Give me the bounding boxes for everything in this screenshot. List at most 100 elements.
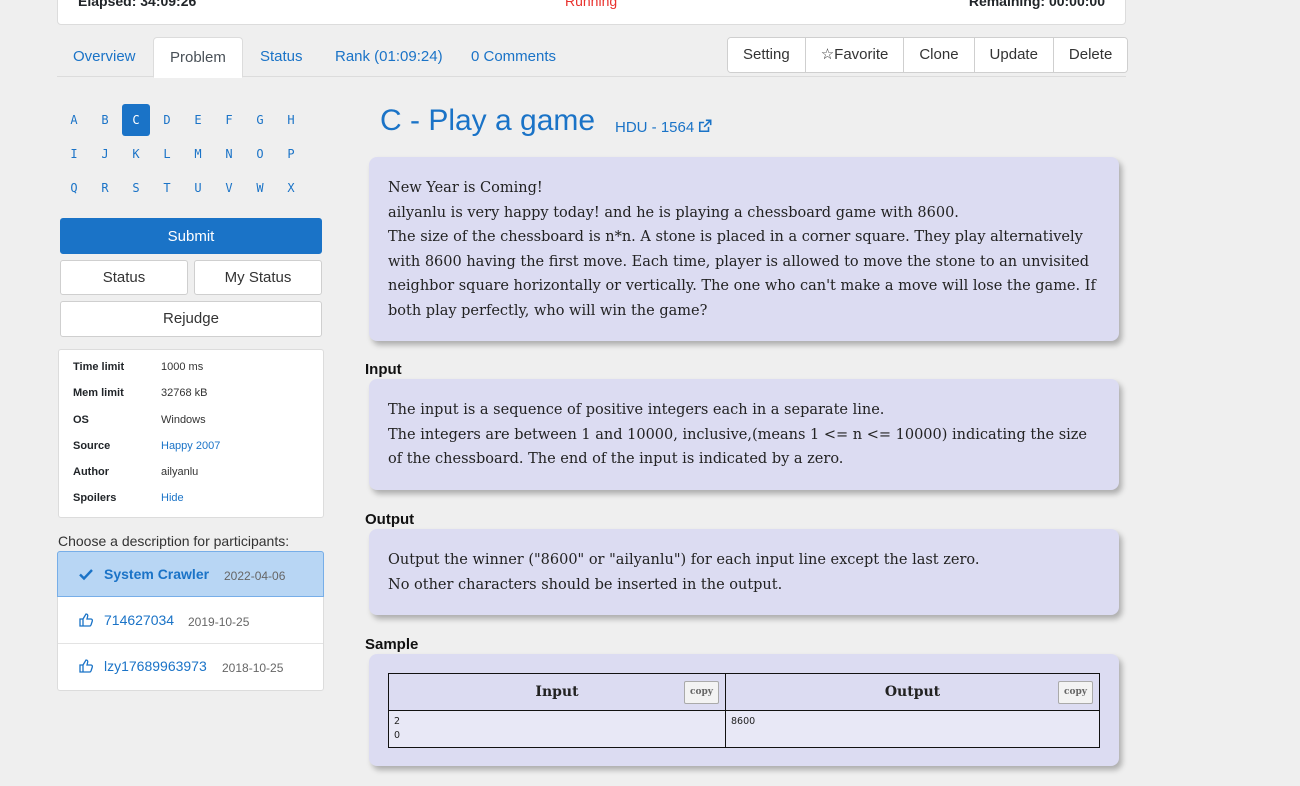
input-paragraph: The integers are between 1 and 10000, in…	[388, 426, 1088, 468]
problem-letter-t[interactable]: T	[153, 172, 181, 204]
info-value: Windows	[161, 414, 206, 426]
description-item[interactable]: 714627034 2019-10-25	[58, 598, 323, 644]
contest-running-status: Running	[565, 0, 618, 9]
description-author: System Crawler	[104, 566, 210, 582]
input-paragraph: The input is a sequence of positive inte…	[388, 402, 885, 418]
problem-origin-link[interactable]: HDU - 1564	[615, 119, 712, 136]
problem-letter-j[interactable]: J	[91, 138, 119, 170]
clone-button[interactable]: Clone	[904, 38, 975, 72]
problem-letter-l[interactable]: L	[153, 138, 181, 170]
description-paragraph: ailyanlu is very happy today! and he is …	[388, 204, 959, 221]
problem-letter-g[interactable]: G	[246, 104, 274, 136]
spoilers-toggle[interactable]: Hide	[161, 492, 184, 504]
sample-input-title: Input	[535, 683, 579, 700]
problem-letter-u[interactable]: U	[184, 172, 212, 204]
input-heading: Input	[365, 361, 402, 378]
info-value: 1000 ms	[161, 361, 204, 373]
setting-button[interactable]: Setting	[728, 38, 806, 72]
info-value: 32768 kB	[161, 387, 208, 399]
problem-letter-a[interactable]: A	[60, 104, 88, 136]
sample-output-line: 8600	[731, 716, 756, 727]
problem-letter-x[interactable]: X	[277, 172, 305, 204]
problem-letter-d[interactable]: D	[153, 104, 181, 136]
info-key: OS	[73, 414, 89, 426]
info-key: Mem limit	[73, 387, 124, 399]
description-list: System Crawler 2022-04-06 714627034 2019…	[57, 551, 324, 691]
delete-button[interactable]: Delete	[1053, 38, 1128, 72]
tab-comments[interactable]: 0 Comments	[455, 37, 572, 77]
sample-output-header: Output copy	[725, 673, 1100, 711]
info-key: Spoilers	[73, 492, 117, 504]
problem-letter-c[interactable]: C	[122, 104, 150, 136]
problem-title: C - Play a game	[380, 104, 596, 137]
info-key: Time limit	[73, 361, 125, 373]
description-date: 2022-04-06	[224, 569, 286, 583]
favorite-button[interactable]: ☆Favorite	[805, 38, 905, 72]
input-description: The input is a sequence of positive inte…	[369, 379, 1119, 490]
elapsed-time: Elapsed: 34:09:26	[78, 0, 197, 9]
description-paragraph: New Year is Coming!	[388, 180, 543, 196]
problem-description: New Year is Coming! ailyanlu is very hap…	[369, 157, 1119, 341]
output-heading: Output	[365, 511, 415, 528]
thumbs-up-icon	[79, 613, 94, 627]
problem-letter-p[interactable]: P	[277, 138, 305, 170]
description-item[interactable]: System Crawler 2022-04-06	[57, 551, 324, 597]
problem-letter-n[interactable]: N	[215, 138, 243, 170]
description-author: lzy17689963973	[104, 658, 207, 674]
problem-letter-r[interactable]: R	[91, 172, 119, 204]
description-item[interactable]: lzy17689963973 2018-10-25	[58, 644, 323, 690]
sample-table: Input copy Output copy 2 0 8600	[388, 673, 1100, 748]
sample-input-line: 0	[394, 730, 401, 741]
problem-letter-q[interactable]: Q	[60, 172, 88, 204]
info-value: ailyanlu	[161, 466, 199, 478]
problem-letter-o[interactable]: O	[246, 138, 274, 170]
problem-letter-e[interactable]: E	[184, 104, 212, 136]
tab-rank[interactable]: Rank (01:09:24)	[319, 37, 459, 77]
submit-button[interactable]: Submit	[60, 218, 322, 254]
copy-input-button[interactable]: copy	[684, 681, 719, 704]
sample-output-cell: 8600	[725, 710, 1100, 748]
status-button[interactable]: Status	[60, 260, 188, 295]
description-date: 2019-10-25	[188, 615, 250, 629]
info-key: Author	[73, 466, 110, 478]
check-icon	[79, 569, 93, 581]
problem-letter-w[interactable]: W	[246, 172, 274, 204]
tab-status[interactable]: Status	[244, 37, 319, 77]
problem-letter-k[interactable]: K	[122, 138, 150, 170]
problem-letter-v[interactable]: V	[215, 172, 243, 204]
problem-letter-s[interactable]: S	[122, 172, 150, 204]
sample-input-header: Input copy	[388, 673, 726, 711]
origin-label: HDU - 1564	[615, 119, 695, 136]
problem-actions: Setting ☆Favorite Clone Update Delete	[727, 37, 1129, 73]
output-paragraph: Output the winner ("8600" or "ailyanlu")…	[388, 552, 980, 568]
problem-letter-b[interactable]: B	[91, 104, 119, 136]
my-status-button[interactable]: My Status	[194, 260, 322, 295]
problem-letter-f[interactable]: F	[215, 104, 243, 136]
description-date: 2018-10-25	[222, 661, 284, 675]
external-link-icon	[699, 119, 712, 133]
tab-problem[interactable]: Problem	[153, 37, 243, 78]
sample-heading: Sample	[365, 636, 419, 653]
copy-output-button[interactable]: copy	[1058, 681, 1093, 704]
problem-info-card: Time limit 1000 ms Mem limit 32768 kB OS…	[58, 349, 324, 518]
rejudge-button[interactable]: Rejudge	[60, 301, 322, 337]
source-link[interactable]: Happy 2007	[161, 440, 220, 452]
info-key: Source	[73, 440, 111, 452]
thumbs-up-icon	[79, 659, 94, 673]
problem-letter-i[interactable]: I	[60, 138, 88, 170]
sample-panel: Input copy Output copy 2 0 8600	[369, 654, 1119, 766]
description-paragraph: The size of the chessboard is n*n. A sto…	[388, 229, 1096, 319]
problem-letter-m[interactable]: M	[184, 138, 212, 170]
update-button[interactable]: Update	[974, 38, 1054, 72]
output-description: Output the winner ("8600" or "ailyanlu")…	[369, 529, 1119, 615]
choose-description-label: Choose a description for participants:	[58, 533, 290, 549]
description-author: 714627034	[104, 612, 175, 628]
sample-input-line: 2	[394, 716, 401, 727]
sample-output-title: Output	[884, 683, 941, 700]
contest-status-bar: Elapsed: 34:09:26 Running Remaining: 00:…	[57, 0, 1126, 25]
output-paragraph: No other characters should be inserted i…	[388, 576, 783, 593]
tab-overview[interactable]: Overview	[57, 37, 152, 77]
problem-letter-h[interactable]: H	[277, 104, 305, 136]
remaining-time: Remaining: 00:00:00	[968, 0, 1105, 9]
sample-input-cell: 2 0	[388, 710, 726, 748]
